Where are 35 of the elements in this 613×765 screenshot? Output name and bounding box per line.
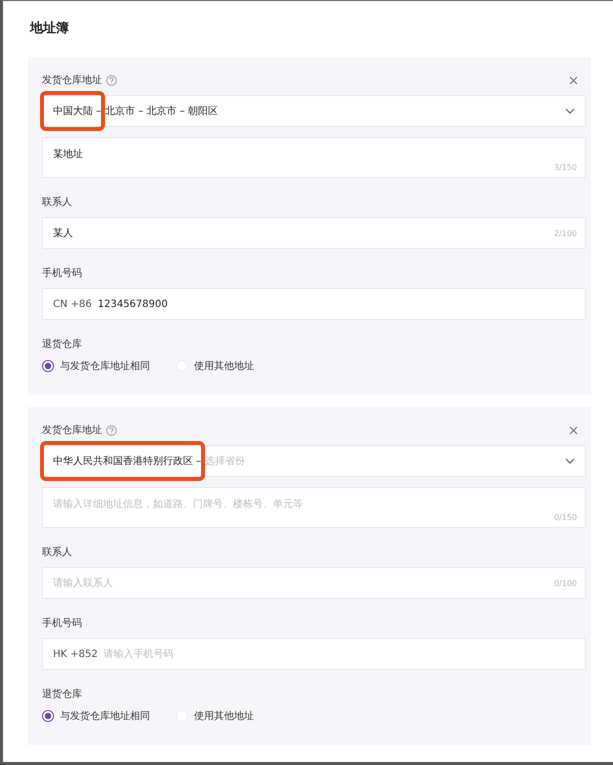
field-label: 退货仓库	[42, 688, 83, 701]
phone-field[interactable]: CN +86 12345678900	[42, 288, 586, 320]
radio-label[interactable]: 使用其他地址	[194, 709, 254, 723]
region-value: 中华人民共和国香港特别行政区 –	[53, 454, 202, 468]
chevron-down-icon	[565, 108, 575, 114]
page-title: 地址簿	[30, 20, 70, 37]
country-code[interactable]: CN +86	[53, 298, 92, 310]
field-label: 发货仓库地址	[42, 424, 102, 437]
region-placeholder: 选择省份	[205, 454, 246, 468]
region-value: 北京市 – 北京市 – 朝阳区	[105, 104, 218, 118]
radio-button[interactable]	[42, 360, 54, 372]
field-label: 联系人	[42, 196, 73, 209]
help-icon[interactable]	[106, 74, 117, 86]
character-counter: 3/150	[554, 163, 577, 172]
radio-button[interactable]	[42, 710, 54, 722]
field-label: 发货仓库地址	[42, 74, 102, 87]
close-icon[interactable]	[569, 426, 578, 434]
field-label: 手机号码	[42, 266, 83, 280]
chevron-down-icon	[565, 458, 575, 464]
help-icon[interactable]	[106, 424, 117, 436]
address-field[interactable]: 某地址 3/150	[42, 137, 586, 178]
field-label: 联系人	[42, 546, 73, 559]
character-counter: 0/150	[554, 513, 577, 522]
character-counter: 0/100	[554, 578, 577, 588]
phone-field[interactable]: HK +852 请输入手机号码	[42, 638, 586, 670]
field-label: 手机号码	[42, 616, 83, 630]
contact-field[interactable]: 某人 2/100	[42, 217, 586, 249]
close-icon[interactable]	[569, 76, 578, 84]
character-counter: 2/100	[554, 228, 577, 238]
region-value: 中国大陆 –	[53, 104, 102, 118]
radio-label[interactable]: 与发货仓库地址相同	[60, 709, 150, 723]
radio-label[interactable]: 与发货仓库地址相同	[60, 359, 150, 373]
field-label: 退货仓库	[42, 338, 83, 351]
country-code[interactable]: HK +852	[53, 648, 98, 660]
radio-label[interactable]: 使用其他地址	[194, 359, 254, 373]
